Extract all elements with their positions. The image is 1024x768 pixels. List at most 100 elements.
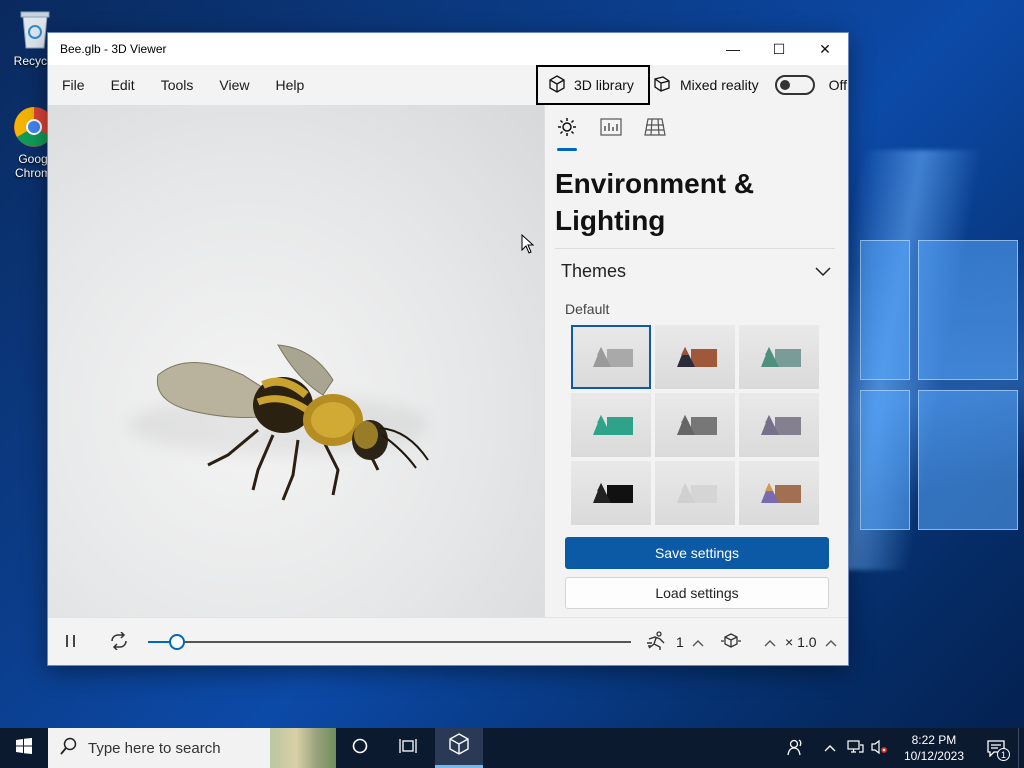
clock[interactable]: 8:22 PM 10/12/2023 [894,732,974,764]
volume-muted-icon[interactable] [870,739,888,758]
theme-swatch[interactable] [571,393,651,457]
theme-preview-icon [593,483,633,503]
themes-section-header[interactable]: Themes [561,261,831,282]
timeline-thumb[interactable] [168,634,185,650]
search-icon [60,737,78,759]
theme-swatch[interactable] [571,461,651,525]
theme-grid [571,325,821,525]
animation-index: 1 [676,634,684,650]
mixed-reality-icon [652,75,672,96]
pause-icon [64,633,78,652]
animation-selector[interactable]: 1 [646,618,704,666]
minimize-icon: — [726,41,740,57]
menu-help[interactable]: Help [262,65,317,105]
notification-center-icon[interactable]: 1 [974,739,1018,761]
grid-icon [644,117,666,141]
pause-button[interactable] [64,618,78,666]
tab-grid-views[interactable] [643,117,667,141]
theme-preview-icon [593,415,633,435]
theme-preview-icon [677,347,717,367]
theme-preview-icon [677,483,717,503]
theme-swatch[interactable] [739,325,819,389]
task-view-icon [399,738,417,759]
windows-logo-icon [16,737,32,759]
title-bar[interactable]: Bee.glb - 3D Viewer — ☐ ✕ [48,33,848,65]
chevron-up-icon[interactable] [824,741,836,755]
chevron-up-icon [764,634,776,650]
cortana-circle-icon [352,738,368,759]
divider [555,248,835,249]
menu-tools[interactable]: Tools [148,65,207,105]
panel-title: Environment & Lighting [555,168,755,236]
3d-viewport[interactable] [48,105,544,617]
3d-viewer-icon [448,733,470,760]
taskbar: Type here to search 8:22 PM 10/12/2023 1 [0,728,1024,768]
loop-button[interactable] [108,618,130,666]
start-button[interactable] [0,728,48,768]
task-view-button[interactable] [384,728,432,768]
running-figure-icon [646,630,668,654]
timeline-track[interactable] [148,641,631,643]
chevron-up-icon [692,634,704,650]
theme-preview-icon [761,483,801,503]
menu-view[interactable]: View [206,65,262,105]
theme-swatch[interactable] [655,393,735,457]
network-icon[interactable] [846,739,864,758]
bee-model[interactable] [148,340,448,530]
menu-bar: File Edit Tools View Help 3D library Mix… [48,65,848,105]
close-button[interactable]: ✕ [802,33,848,65]
mixed-reality-control: Mixed reality Off [652,65,847,105]
view-selector[interactable] [720,618,776,666]
menu-file[interactable]: File [48,65,98,105]
system-tray: 8:22 PM 10/12/2023 1 [786,728,1024,768]
theme-swatch[interactable] [655,325,735,389]
theme-swatch[interactable] [655,461,735,525]
people-icon[interactable] [786,738,804,759]
tab-environment-lighting[interactable] [555,117,579,151]
speed-selector[interactable]: × 1.0 [785,618,837,666]
taskbar-app-3d-viewer[interactable] [435,728,483,768]
show-desktop-button[interactable] [1018,728,1024,768]
mouse-cursor-icon [521,234,535,254]
wallpaper-pane [860,390,910,530]
search-highlight-image [270,728,336,768]
clock-time: 8:22 PM [911,733,957,747]
chart-icon [600,117,622,141]
load-settings-button[interactable]: Load settings [565,577,829,609]
save-settings-button[interactable]: Save settings [565,537,829,569]
toggle-state-label: Off [828,77,848,93]
theme-swatch[interactable] [739,393,819,457]
maximize-button[interactable]: ☐ [756,33,802,65]
3d-viewer-window: Bee.glb - 3D Viewer — ☐ ✕ File Edit Tool… [48,33,848,665]
environment-panel: Environment & Lighting Themes Default Sa… [544,105,848,617]
theme-swatch[interactable] [571,325,651,389]
wallpaper-pane [918,390,1018,530]
maximize-icon: ☐ [772,40,786,57]
speed-value: × 1.0 [785,634,817,650]
search-placeholder: Type here to search [88,739,221,757]
tab-stats-shading[interactable] [599,117,623,141]
chrome-icon [13,106,54,148]
chevron-down-icon [815,261,831,282]
animation-bar: 1 × 1.0 [48,617,848,665]
sun-icon [557,117,577,142]
chevron-up-icon [825,634,837,650]
theme-preview-icon [677,415,717,435]
wallpaper-pane [860,240,910,380]
theme-swatch[interactable] [739,461,819,525]
panel-tabs [555,117,667,151]
cortana-button[interactable] [336,728,384,768]
theme-preview-icon [593,347,633,367]
theme-preview-icon [761,347,801,367]
themes-label: Themes [561,261,627,281]
3d-library-button[interactable]: 3D library [536,65,650,105]
mixed-reality-toggle[interactable] [774,75,815,95]
menu-edit[interactable]: Edit [98,65,148,105]
clock-date: 10/12/2023 [903,749,964,763]
minimize-button[interactable]: — [710,33,756,65]
taskbar-search[interactable]: Type here to search [48,728,336,768]
3d-library-label: 3D library [574,77,634,93]
theme-name-label: Default [565,301,610,317]
mixed-reality-label: Mixed reality [680,77,759,93]
close-icon: ✕ [819,40,831,57]
